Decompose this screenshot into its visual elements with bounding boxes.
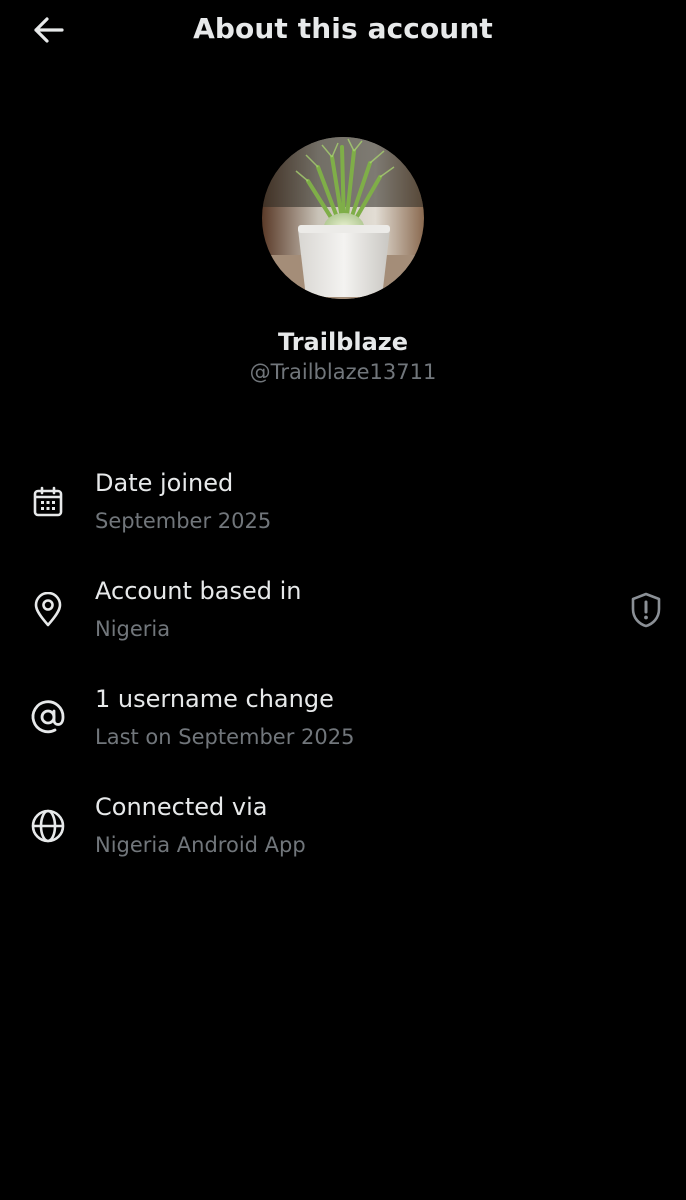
info-row-connected-via: Connected via Nigeria Android App (0, 786, 686, 876)
globe-icon (28, 806, 68, 846)
avatar[interactable] (262, 137, 424, 299)
info-row-date-joined: Date joined September 2025 (0, 462, 686, 552)
display-name: Trailblaze (277, 328, 409, 356)
row-title: Date joined (95, 469, 234, 497)
row-title: Connected via (95, 793, 268, 821)
location-pin-icon (28, 590, 68, 630)
page-title: About this account (193, 12, 493, 45)
top-bar: About this account (0, 0, 686, 58)
row-title: 1 username change (95, 685, 334, 713)
username-handle: @Trailblaze13711 (249, 360, 437, 384)
calendar-icon (28, 482, 68, 522)
avatar-plant-image (262, 137, 424, 299)
row-subtitle: Nigeria Android App (95, 833, 306, 857)
info-row-username-change: 1 username change Last on September 2025 (0, 678, 686, 768)
row-subtitle: Last on September 2025 (95, 725, 355, 749)
info-row-account-based-in: Account based in Nigeria (0, 570, 686, 660)
row-title: Account based in (95, 577, 302, 605)
at-sign-icon (28, 697, 68, 737)
row-subtitle: September 2025 (95, 509, 272, 533)
shield-alert-icon[interactable] (626, 590, 666, 630)
row-subtitle: Nigeria (95, 617, 171, 641)
